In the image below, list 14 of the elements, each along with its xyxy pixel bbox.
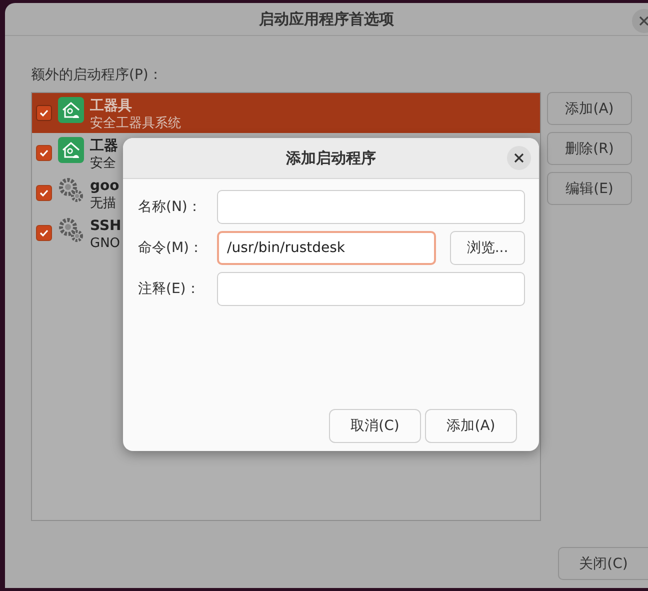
- field-label: 命令(M)：: [138, 239, 204, 257]
- dialog-title: 添加启动程序: [286, 148, 376, 168]
- program-description: 安全: [90, 155, 117, 173]
- window-title: 启动应用程序首选项: [259, 10, 394, 28]
- program-description: 无描: [90, 195, 117, 213]
- field-label: 名称(N)：: [138, 198, 202, 216]
- program-name: 工器具: [90, 97, 133, 115]
- program-name: 工器: [90, 137, 118, 155]
- list-label: 额外的启动程序(P)：: [31, 66, 164, 84]
- program-name: goo: [90, 177, 120, 195]
- program-name: SSH: [90, 217, 122, 235]
- field-label: 注释(E)：: [138, 280, 201, 298]
- program-description: GNO: [90, 235, 122, 253]
- program-description: 安全工器具系统: [90, 115, 181, 133]
